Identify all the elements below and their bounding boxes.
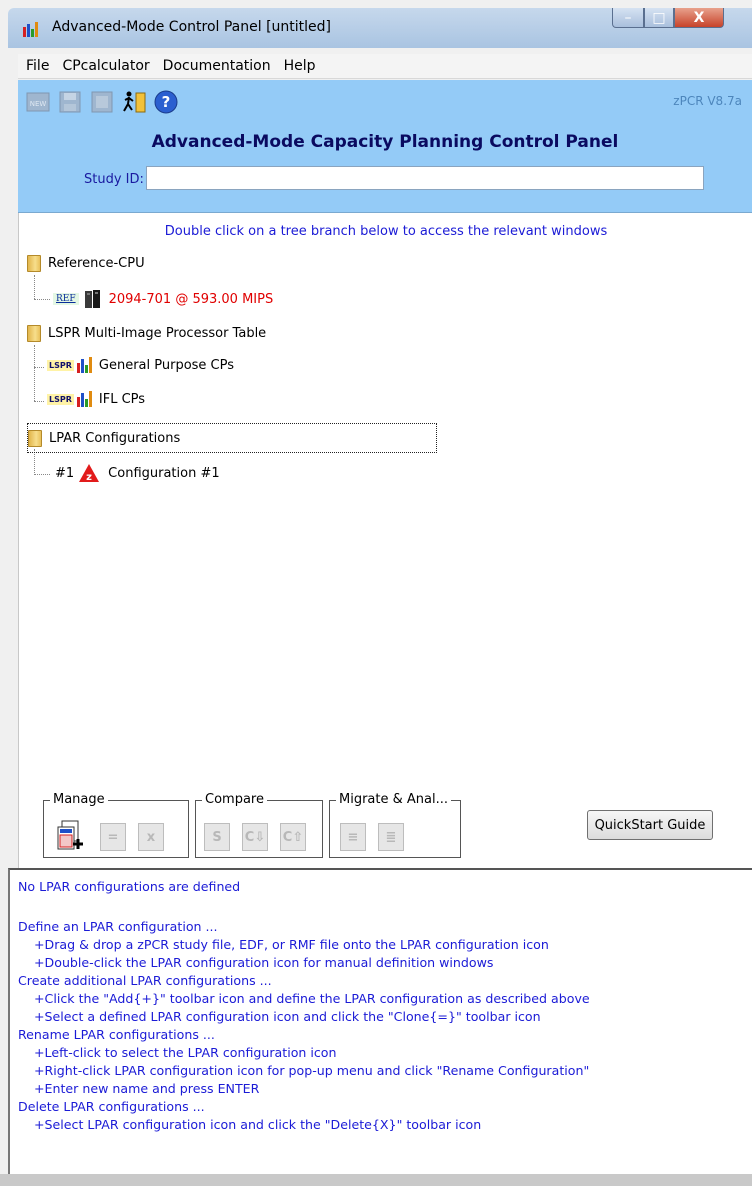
menu-file[interactable]: File <box>18 58 54 74</box>
manage-group-label: Manage <box>50 792 108 807</box>
minimize-button[interactable]: – <box>612 8 644 28</box>
folder-icon <box>27 325 41 342</box>
lspr-icon: LSPR <box>47 393 74 405</box>
ref-icon: REF <box>53 293 79 305</box>
reference-cpu-label: Reference-CPU <box>48 256 145 271</box>
tree-hint: Double click on a tree branch below to a… <box>164 224 608 239</box>
tree-connector <box>34 275 35 299</box>
manage-group: Manage = x <box>43 792 189 858</box>
control-panel-header: NEW ? zPCR V8.7a Advanced-Mode Capacity … <box>18 80 752 213</box>
help-icon[interactable]: ? <box>154 90 178 114</box>
message-line: +Enter new name and press ENTER <box>34 1081 260 1096</box>
add-config-icon[interactable] <box>56 819 86 853</box>
compare-group-label: Compare <box>202 792 267 807</box>
config-number: #1 <box>55 465 75 481</box>
menu-documentation[interactable]: Documentation <box>155 58 276 74</box>
bar-chart-icon <box>76 391 93 407</box>
message-line: Create additional LPAR configurations ..… <box>18 973 272 988</box>
message-line: +Select a defined LPAR configuration ico… <box>34 1009 541 1024</box>
folder-icon <box>27 255 41 272</box>
version-label: zPCR V8.7a <box>673 94 742 108</box>
svg-text:NEW: NEW <box>30 100 47 108</box>
window-bottom-edge <box>0 1174 752 1186</box>
message-line: +Click the "Add{+}" toolbar icon and def… <box>34 991 590 1006</box>
menu-bar: File CPcalculator Documentation Help <box>18 54 752 79</box>
tree-lspr[interactable]: LSPR Multi-Image Processor Table <box>27 325 266 342</box>
message-line: +Drag & drop a zPCR study file, EDF, or … <box>34 937 549 952</box>
study-id-input[interactable] <box>146 166 704 190</box>
compare-s-icon[interactable]: S <box>204 823 230 851</box>
message-line: Delete LPAR configurations ... <box>18 1099 205 1114</box>
tree-connector <box>34 474 50 475</box>
compare-c-down-icon[interactable]: C⇩ <box>242 823 268 851</box>
message-line: +Right-click LPAR configuration icon for… <box>34 1063 590 1078</box>
status-message: No LPAR configurations are defined <box>18 879 241 894</box>
menu-help[interactable]: Help <box>276 58 321 74</box>
tree-connector <box>34 345 35 401</box>
tree-lpar-configurations[interactable]: LPAR Configurations <box>27 423 437 453</box>
tree-ifl-cps[interactable]: LSPR IFL CPs <box>47 391 145 407</box>
window-title: Advanced-Mode Control Panel [untitled] <box>52 19 332 35</box>
tree-reference-cpu-item[interactable]: REF 2094-701 @ 593.00 MIPS <box>53 289 273 309</box>
svg-text:z: z <box>86 472 92 483</box>
exit-icon[interactable] <box>122 90 146 114</box>
message-line: +Double-click the LPAR configuration ico… <box>34 955 494 970</box>
compare-group: Compare S C⇩ C⇧ <box>195 792 323 858</box>
migrate-group-label: Migrate & Anal... <box>336 792 451 807</box>
new-icon[interactable]: NEW <box>26 90 50 114</box>
quickstart-guide-button[interactable]: QuickStart Guide <box>587 810 713 840</box>
message-line: +Select LPAR configuration icon and clic… <box>34 1117 482 1132</box>
tree-connector <box>34 401 44 402</box>
study-id-label: Study ID: <box>84 172 144 187</box>
configuration-label: Configuration #1 <box>108 465 220 481</box>
app-chart-icon <box>23 22 38 37</box>
reference-cpu-value: 2094-701 @ 593.00 MIPS <box>108 291 274 307</box>
ifl-cps-label: IFL CPs <box>98 391 146 407</box>
lspr-icon: LSPR <box>47 359 74 371</box>
mainframe-icon <box>84 290 100 308</box>
folder-icon <box>28 429 42 447</box>
message-line: Define an LPAR configuration ... <box>18 919 218 934</box>
tree-reference-cpu[interactable]: Reference-CPU <box>27 255 145 272</box>
lpar-configurations-label: LPAR Configurations <box>49 430 181 446</box>
save-as-icon[interactable] <box>90 90 114 114</box>
svg-text:?: ? <box>162 93 171 111</box>
compare-c-up-icon[interactable]: C⇧ <box>280 823 306 851</box>
migrate-group: Migrate & Anal... ≡ ≣ <box>329 792 461 858</box>
maximize-button[interactable]: □ <box>644 8 674 28</box>
message-panel: No LPAR configurations are defined Defin… <box>8 868 752 1174</box>
message-line: +Left-click to select the LPAR configura… <box>34 1045 337 1060</box>
tree-connector <box>34 367 44 368</box>
clone-config-icon[interactable]: = <box>100 823 126 851</box>
tree-general-purpose-cps[interactable]: LSPR General Purpose CPs <box>47 357 234 373</box>
tree-connector <box>34 299 50 300</box>
close-button[interactable]: X <box>674 8 724 28</box>
delete-config-icon[interactable]: x <box>138 823 164 851</box>
app-window: Advanced-Mode Control Panel [untitled] –… <box>0 0 752 1186</box>
tree-configuration-1[interactable]: #1 z Configuration #1 <box>55 463 220 483</box>
z-config-icon: z <box>79 464 100 483</box>
analyze-icon[interactable]: ≣ <box>378 823 404 851</box>
bar-chart-icon <box>76 357 93 373</box>
tree-panel: Double click on a tree branch below to a… <box>18 213 752 868</box>
general-purpose-cps-label: General Purpose CPs <box>98 357 235 373</box>
migrate-icon[interactable]: ≡ <box>340 823 366 851</box>
save-icon[interactable] <box>58 90 82 114</box>
panel-title: Advanced-Mode Capacity Planning Control … <box>151 132 619 152</box>
title-bar: Advanced-Mode Control Panel [untitled] –… <box>8 8 752 48</box>
menu-cpcalculator[interactable]: CPcalculator <box>54 58 154 74</box>
message-line: Rename LPAR configurations ... <box>18 1027 215 1042</box>
lspr-label: LSPR Multi-Image Processor Table <box>48 326 267 341</box>
